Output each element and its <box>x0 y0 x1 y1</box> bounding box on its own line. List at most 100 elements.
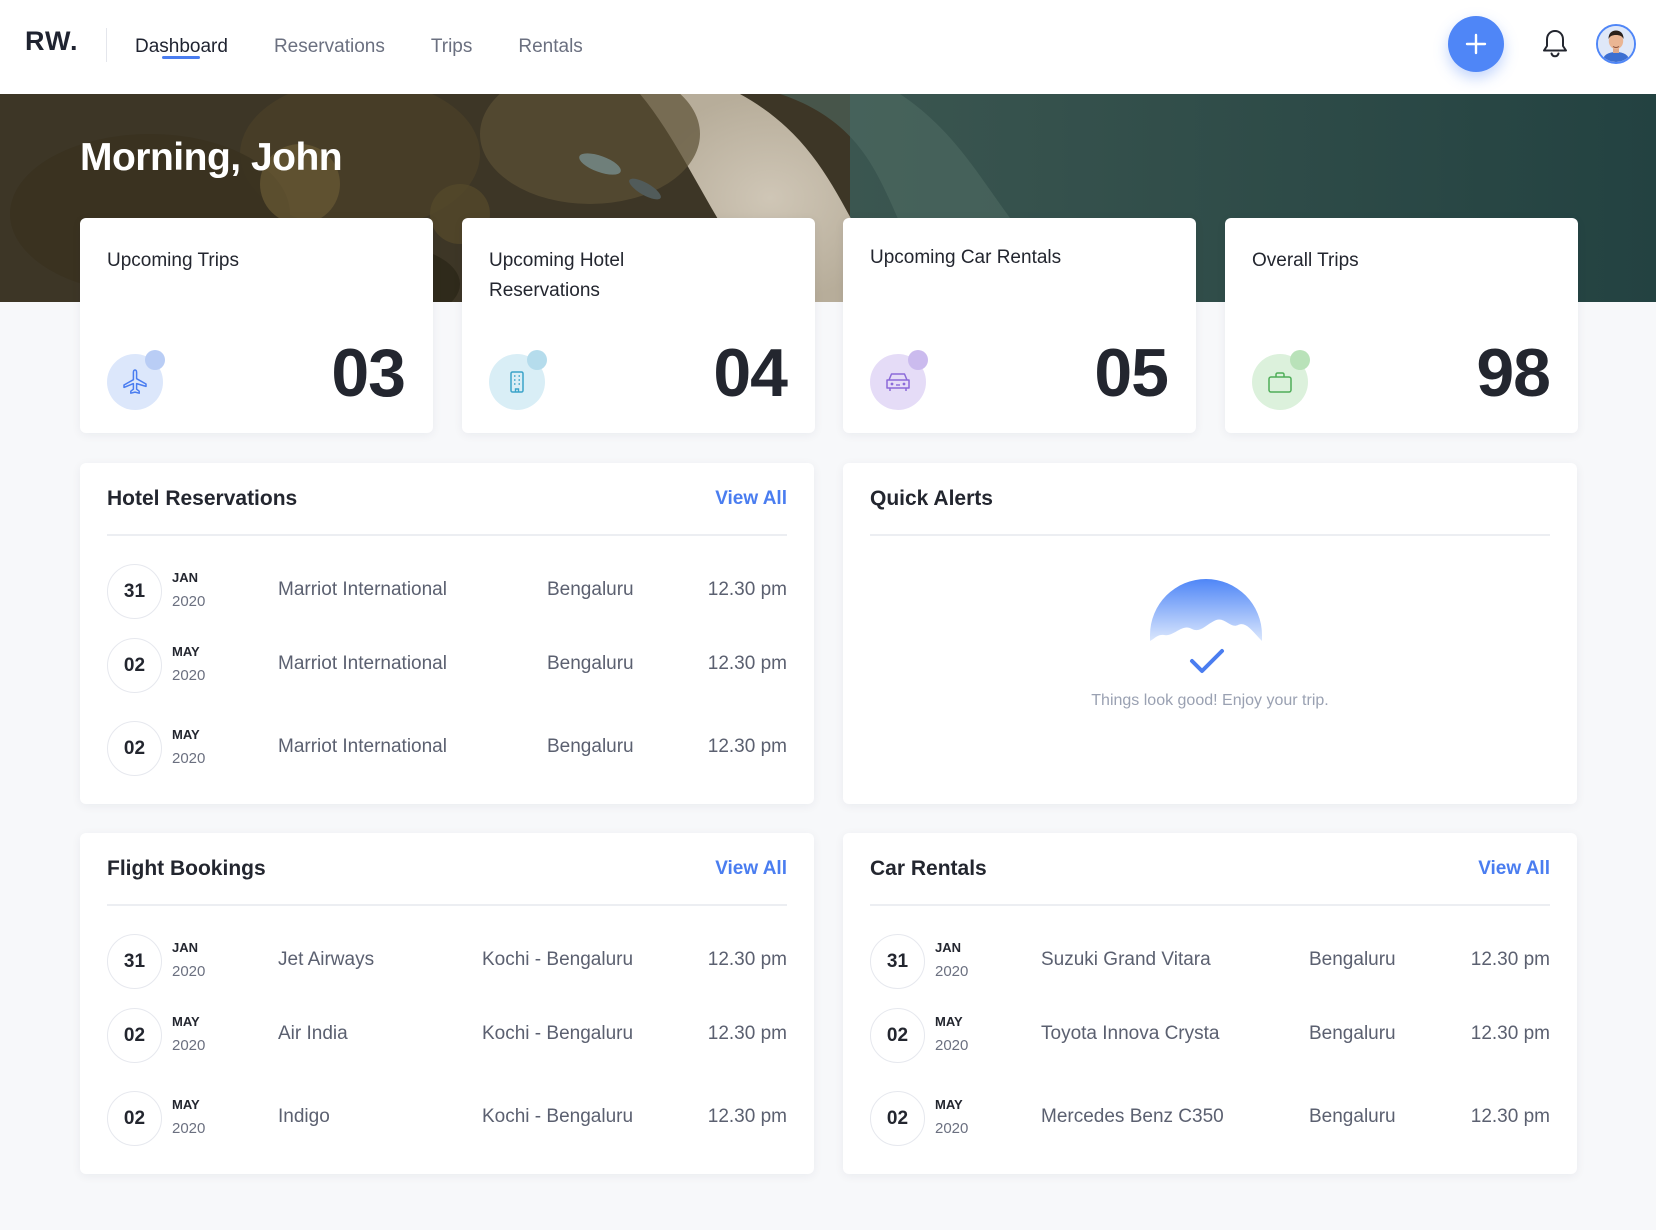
stat-card-hotel-reservations[interactable]: Upcoming Hotel Reservations 04 <box>462 218 815 433</box>
date-month: MAY <box>172 1014 200 1029</box>
main-nav: Dashboard Reservations Trips Rentals <box>135 0 629 94</box>
date-day: 02 <box>870 1091 925 1146</box>
stat-card-car-rentals[interactable]: Upcoming Car Rentals 05 <box>843 218 1196 433</box>
car-icon <box>870 350 928 410</box>
briefcase-icon <box>1252 350 1310 410</box>
stat-value: 05 <box>1094 335 1169 411</box>
date-day: 02 <box>107 1008 162 1063</box>
user-avatar[interactable] <box>1596 24 1636 64</box>
panel-header: Quick Alerts <box>870 463 1550 536</box>
flight-route: Kochi - Bengaluru <box>482 949 634 970</box>
building-icon <box>489 350 547 410</box>
car-time: 12.30 pm <box>1470 1106 1550 1127</box>
stat-card-overall-trips[interactable]: Overall Trips 98 <box>1225 218 1578 433</box>
hotel-name: Marriot International <box>278 736 447 757</box>
hotel-time: 12.30 pm <box>707 579 787 600</box>
hotel-location: Bengaluru <box>547 653 634 674</box>
airline-name: Jet Airways <box>278 949 375 970</box>
stat-title: Upcoming Car Rentals <box>870 247 1062 268</box>
add-button[interactable] <box>1448 16 1504 72</box>
car-model: Toyota Innova Crysta <box>1041 1023 1220 1044</box>
flight-time: 12.30 pm <box>707 1023 787 1044</box>
car-location: Bengaluru <box>1309 1023 1396 1044</box>
hotel-time: 12.30 pm <box>707 653 787 674</box>
nav-item-reservations[interactable]: Reservations <box>274 0 385 94</box>
flight-time: 12.30 pm <box>707 949 787 970</box>
date-day: 31 <box>107 564 162 619</box>
date-month: JAN <box>172 940 199 955</box>
flight-time: 12.30 pm <box>707 1106 787 1127</box>
date-year: 2020 <box>172 1120 206 1137</box>
stat-value: 03 <box>331 335 406 411</box>
date-year: 2020 <box>172 1037 206 1054</box>
panel-title: Car Rentals <box>870 856 987 880</box>
date-year: 2020 <box>172 667 206 684</box>
flight-row[interactable]: 02 MAY 2020 Indigo Kochi - Bengaluru 12.… <box>107 1091 787 1147</box>
stat-value: 04 <box>713 335 788 411</box>
nav-item-rentals[interactable]: Rentals <box>518 0 582 94</box>
panel-header: Hotel Reservations View All <box>107 463 787 536</box>
car-location: Bengaluru <box>1309 949 1396 970</box>
flight-bookings-panel: Flight Bookings View All 31 JAN 2020 Jet… <box>80 833 814 1174</box>
top-navbar: RW. Dashboard Reservations Trips Rentals <box>0 0 1656 94</box>
date-year: 2020 <box>935 1120 969 1137</box>
panel-title: Quick Alerts <box>870 486 993 510</box>
car-time: 12.30 pm <box>1470 1023 1550 1044</box>
user-portrait-icon <box>1598 26 1634 62</box>
hotel-location: Bengaluru <box>547 736 634 757</box>
car-row[interactable]: 31 JAN 2020 Suzuki Grand Vitara Bengalur… <box>870 934 1550 990</box>
airplane-icon <box>107 350 165 410</box>
date-year: 2020 <box>172 593 206 610</box>
stat-card-upcoming-trips[interactable]: Upcoming Trips 03 <box>80 218 433 433</box>
date-month: MAY <box>172 727 200 742</box>
airline-name: Indigo <box>278 1106 330 1127</box>
car-location: Bengaluru <box>1309 1106 1396 1127</box>
date-month: JAN <box>935 940 962 955</box>
nav-item-trips[interactable]: Trips <box>431 0 473 94</box>
flight-route: Kochi - Bengaluru <box>482 1023 634 1044</box>
date-month: MAY <box>935 1097 963 1112</box>
plus-icon <box>1465 33 1487 55</box>
mountain-check-icon <box>1150 579 1262 673</box>
flight-row[interactable]: 31 JAN 2020 Jet Airways Kochi - Bengalur… <box>107 934 787 990</box>
view-all-flights-link[interactable]: View All <box>715 858 787 880</box>
hotel-name: Marriot International <box>278 579 447 600</box>
airline-name: Air India <box>278 1023 348 1044</box>
nav-item-dashboard[interactable]: Dashboard <box>135 0 228 94</box>
view-all-hotels-link[interactable]: View All <box>715 488 787 510</box>
hotel-row[interactable]: 02 MAY 2020 Marriot International Bengal… <box>107 721 787 777</box>
stat-value: 98 <box>1476 335 1551 411</box>
car-row[interactable]: 02 MAY 2020 Mercedes Benz C350 Bengaluru… <box>870 1091 1550 1147</box>
view-all-cars-link[interactable]: View All <box>1478 858 1550 880</box>
alert-message: Things look good! Enjoy your trip. <box>1091 692 1329 709</box>
car-model: Suzuki Grand Vitara <box>1041 949 1211 970</box>
quick-alerts-panel: Quick Alerts Things look good! Enjoy you… <box>843 463 1577 804</box>
date-year: 2020 <box>172 963 206 980</box>
hotel-row[interactable]: 31 JAN 2020 Marriot International Bengal… <box>107 564 787 620</box>
date-day: 02 <box>107 1091 162 1146</box>
flight-row[interactable]: 02 MAY 2020 Air India Kochi - Bengaluru … <box>107 1008 787 1064</box>
date-year: 2020 <box>935 963 969 980</box>
bell-icon[interactable] <box>1541 28 1569 60</box>
car-row[interactable]: 02 MAY 2020 Toyota Innova Crysta Bengalu… <box>870 1008 1550 1064</box>
date-year: 2020 <box>172 750 206 767</box>
date-month: JAN <box>172 570 199 585</box>
app-logo[interactable]: RW. <box>25 26 79 57</box>
date-day: 31 <box>870 934 925 989</box>
panel-title: Hotel Reservations <box>107 486 298 510</box>
date-month: MAY <box>935 1014 963 1029</box>
hotel-name: Marriot International <box>278 653 447 674</box>
logo-divider <box>106 28 107 62</box>
hotel-row[interactable]: 02 MAY 2020 Marriot International Bengal… <box>107 638 787 694</box>
greeting-heading: Morning, John <box>80 136 343 179</box>
hotel-location: Bengaluru <box>547 579 634 600</box>
stat-title: Upcoming Trips <box>107 250 239 271</box>
date-month: MAY <box>172 644 200 659</box>
panel-header: Car Rentals View All <box>870 833 1550 906</box>
date-month: MAY <box>172 1097 200 1112</box>
car-time: 12.30 pm <box>1470 949 1550 970</box>
date-day: 02 <box>870 1008 925 1063</box>
car-rentals-panel: Car Rentals View All 31 JAN 2020 Suzuki … <box>843 833 1577 1174</box>
stat-title: Upcoming Hotel Reservations <box>489 250 625 301</box>
panel-title: Flight Bookings <box>107 856 266 880</box>
